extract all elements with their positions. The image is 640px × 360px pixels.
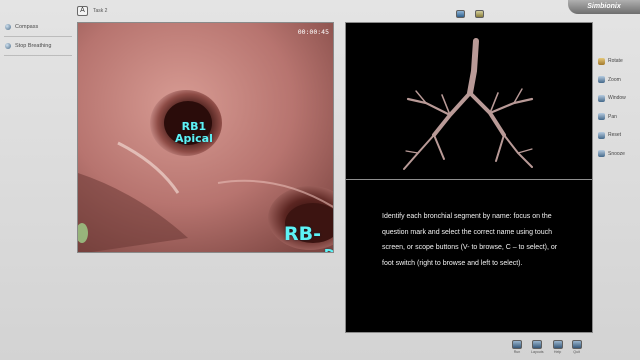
radio-icon: [5, 24, 11, 30]
task-button[interactable]: A: [77, 6, 88, 16]
image-view-icon[interactable]: [475, 10, 484, 18]
quit-icon: [571, 340, 582, 349]
segment-label-partial: D: [324, 249, 333, 252]
help-button[interactable]: Help: [552, 340, 563, 354]
stop-breathing-option[interactable]: Stop Breathing: [0, 39, 76, 53]
reset-label: Reset: [608, 132, 622, 138]
bronchial-model-panel: Identify each bronchial segment by name:…: [345, 22, 593, 333]
segment-label-rb[interactable]: RB-: [284, 224, 321, 245]
stop-breathing-label: Stop Breathing: [15, 43, 52, 49]
zoom-label: Zoom: [608, 76, 621, 83]
rotate-label: Rotate: [608, 58, 623, 64]
quit-button[interactable]: Quit: [571, 340, 582, 354]
left-panel: Compass Stop Breathing: [0, 20, 76, 360]
task-instructions: Identify each bronchial segment by name:…: [382, 213, 558, 267]
radio-icon: [5, 43, 11, 49]
compass-label: Compass: [15, 24, 39, 30]
pan-button[interactable]: Pan: [598, 113, 640, 121]
quit-label: Quit: [573, 350, 580, 354]
panel-divider: [346, 179, 592, 180]
window-button[interactable]: Window: [598, 94, 640, 102]
run-label: Run: [513, 350, 521, 354]
layouts-label: Layouts: [531, 350, 544, 354]
segment-label-apical[interactable]: RB1 Apical: [175, 121, 213, 144]
pan-label: Pan: [608, 113, 617, 120]
window-label: Window: [608, 95, 626, 101]
rotate-icon: [598, 57, 605, 65]
endoscope-video[interactable]: 00:00:45 RB1 Apical RB- D: [77, 22, 334, 253]
help-label: Help: [553, 350, 562, 354]
run-button[interactable]: Run: [512, 340, 522, 354]
bottom-toolbar: Run Layouts Help Quit: [512, 340, 582, 354]
brand-logo: Simbionix: [568, 0, 640, 14]
help-icon: [552, 340, 563, 349]
layouts-button[interactable]: Layouts: [531, 340, 544, 354]
rotate-button[interactable]: Rotate: [598, 57, 640, 65]
snooze-icon: [598, 150, 605, 157]
task-label: Task 2: [93, 8, 108, 14]
right-toolbar: Rotate Zoom Window Pan Reset Snooze: [598, 57, 640, 168]
divider: [4, 55, 72, 56]
window-icon: [598, 94, 605, 102]
snooze-label: Snooze: [608, 150, 625, 157]
reset-button[interactable]: Reset: [598, 131, 640, 139]
pan-icon: [598, 113, 605, 120]
divider: [4, 36, 72, 37]
bronchial-tree-model[interactable]: [346, 23, 594, 179]
elapsed-timer: 00:00:45: [297, 28, 329, 36]
run-icon: [512, 340, 522, 349]
snooze-button[interactable]: Snooze: [598, 150, 640, 158]
square-view-icon[interactable]: [456, 10, 465, 18]
reset-icon: [598, 131, 605, 139]
layouts-icon: [532, 340, 543, 349]
zoom-button[interactable]: Zoom: [598, 76, 640, 84]
zoom-icon: [598, 76, 605, 83]
compass-option[interactable]: Compass: [0, 20, 76, 34]
